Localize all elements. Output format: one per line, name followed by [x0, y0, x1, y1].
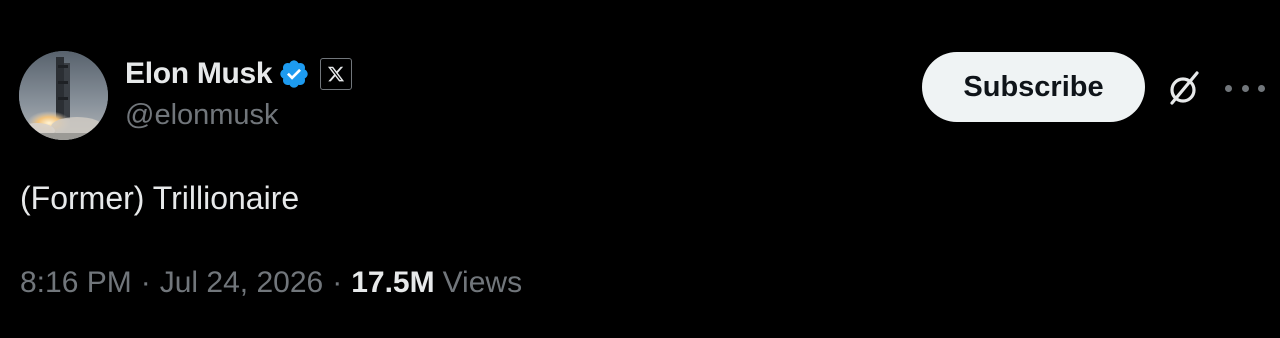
x-logo-icon[interactable]: [320, 58, 353, 90]
avatar[interactable]: [19, 51, 108, 140]
display-name[interactable]: Elon Musk: [125, 57, 273, 91]
post-metadata: 8:16 PM · Jul 24, 2026 · 17.5M Views: [20, 266, 522, 300]
name-row: Elon Musk: [125, 55, 353, 93]
dot: [1225, 84, 1232, 92]
separator: ·: [332, 266, 343, 299]
verified-badge-icon[interactable]: [278, 58, 310, 90]
separator: ·: [140, 266, 151, 299]
author-info: Elon Musk @elonmusk: [125, 55, 353, 132]
dot: [1241, 84, 1249, 92]
rocket-launch-image: [19, 51, 108, 140]
post-time[interactable]: 8:16 PM: [20, 266, 132, 300]
post-date[interactable]: Jul 24, 2026: [160, 266, 323, 300]
subscribe-button[interactable]: Subscribe: [922, 52, 1145, 122]
views-label: Views: [442, 266, 523, 299]
grok-icon[interactable]: [1163, 66, 1207, 110]
dot: [1258, 84, 1265, 92]
more-options-icon[interactable]: [1225, 70, 1265, 106]
username-handle[interactable]: @elonmusk: [125, 99, 352, 132]
views-count[interactable]: 17.5M: [351, 266, 434, 300]
post: Elon Musk @elonmusk Subscribe (Former) T…: [0, 0, 1280, 338]
post-text: (Former) Trillionaire: [20, 180, 300, 216]
